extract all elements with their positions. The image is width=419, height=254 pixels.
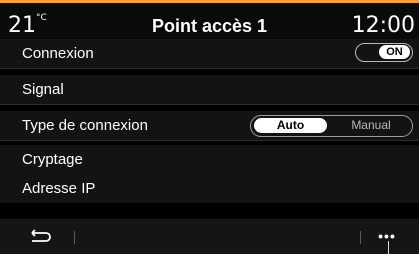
option-manual[interactable]: Manual xyxy=(333,118,409,133)
connection-type-selector: Auto Manual xyxy=(250,115,413,137)
bottom-bar: ••• xyxy=(0,219,419,254)
footer-divider-left xyxy=(74,231,75,244)
row-divider xyxy=(0,104,419,105)
row-divider xyxy=(0,140,419,141)
row-ip-address[interactable]: Adresse IP xyxy=(0,174,419,203)
return-arrow-icon[interactable] xyxy=(26,225,54,249)
connexion-toggle[interactable]: ON xyxy=(355,43,413,62)
footer-divider-right xyxy=(360,231,361,244)
title-bar: 21°C Point accès 1 12:00 xyxy=(0,3,419,39)
row-connexion[interactable]: Connexion ON xyxy=(0,39,419,68)
row-encryption[interactable]: Cryptage xyxy=(0,145,419,174)
row-label-connection-type: Type de connexion xyxy=(22,117,148,134)
row-divider xyxy=(0,68,419,69)
option-auto[interactable]: Auto xyxy=(254,118,327,133)
row-label-encryption: Cryptage xyxy=(22,151,83,168)
row-label-connexion: Connexion xyxy=(22,45,94,62)
row-signal[interactable]: Signal xyxy=(0,75,419,104)
row-connection-type: Type de connexion Auto Manual xyxy=(0,111,419,140)
row-label-signal: Signal xyxy=(22,81,64,98)
more-options-icon[interactable]: ••• xyxy=(374,229,400,243)
clock: 12:00 xyxy=(351,13,415,38)
tick-mark xyxy=(388,241,389,254)
toggle-knob: ON xyxy=(379,45,410,59)
row-label-ip-address: Adresse IP xyxy=(22,180,96,197)
